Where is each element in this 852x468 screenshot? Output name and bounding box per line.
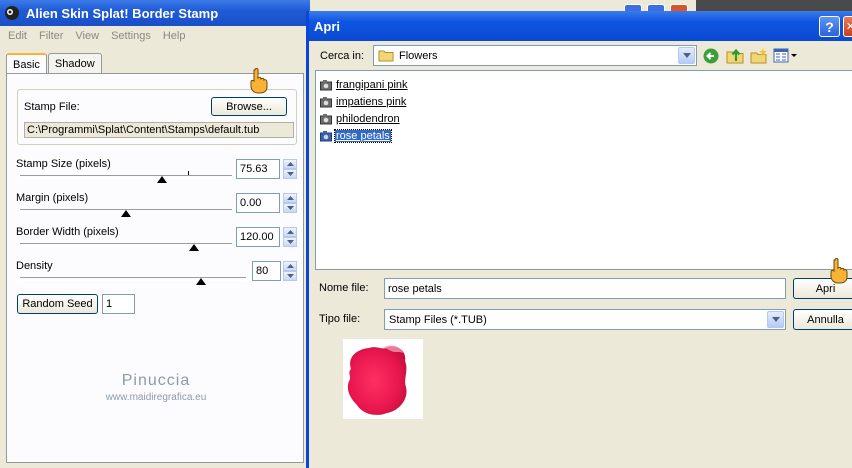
spin-up-icon[interactable] — [283, 193, 297, 203]
look-in-combo[interactable]: Flowers — [373, 45, 697, 66]
density-spinner[interactable] — [283, 261, 297, 281]
alien-skin-icon — [5, 6, 19, 20]
browse-button[interactable]: Browse... — [211, 97, 287, 116]
tab-basic-label: Basic — [13, 58, 40, 71]
camera-icon — [320, 80, 332, 91]
file-name: rose petals — [334, 129, 392, 143]
close-button[interactable]: ✕ — [843, 16, 852, 37]
spin-up-icon[interactable] — [283, 227, 297, 237]
view-menu-icon[interactable] — [773, 48, 799, 64]
spin-down-icon[interactable] — [283, 203, 297, 213]
pointer-hand-icon — [830, 258, 848, 284]
random-seed-field[interactable]: 1 — [102, 294, 135, 314]
tab-shadow-label: Shadow — [54, 57, 95, 70]
watermark-name: Pinuccia — [121, 372, 191, 389]
up-folder-icon[interactable] — [726, 47, 744, 65]
open-dialog-title: Apri — [314, 18, 340, 34]
margin-thumb[interactable] — [121, 210, 131, 217]
menu-settings[interactable]: Settings — [105, 30, 157, 42]
stamp-size-tick — [188, 171, 189, 175]
border-width-track[interactable] — [20, 243, 232, 247]
spin-up-icon[interactable] — [283, 261, 297, 271]
back-icon[interactable] — [703, 48, 719, 64]
file-name: frangipani pink — [336, 79, 408, 91]
stamp-size-track[interactable] — [20, 175, 232, 179]
basic-tab-panel: Stamp File: Browse... C:\Programmi\Splat… — [6, 73, 304, 463]
cancel-button[interactable]: Annulla — [793, 309, 852, 330]
stamp-size-label: Stamp Size (pixels) — [16, 158, 111, 170]
camera-icon — [320, 97, 332, 108]
menu-view[interactable]: View — [69, 30, 105, 42]
spin-down-icon[interactable] — [283, 237, 297, 247]
border-width-field[interactable]: 120.00 — [236, 227, 280, 247]
file-name: philodendron — [336, 113, 400, 125]
splat-menubar: Edit Filter View Settings Help — [0, 26, 310, 46]
filetype-value: Stamp Files (*.TUB) — [389, 313, 487, 326]
open-dialog: Apri ? ✕ Cerca in: Flowers frangipani pi… — [306, 11, 852, 468]
stamp-path-field: C:\Programmi\Splat\Content\Stamps\defaul… — [24, 122, 294, 138]
chevron-down-icon[interactable] — [767, 311, 784, 328]
splat-title: Alien Skin Splat! Border Stamp — [26, 5, 219, 21]
file-item[interactable]: frangipani pink — [320, 77, 409, 93]
camera-icon — [320, 131, 332, 142]
tab-shadow[interactable]: Shadow — [47, 53, 102, 73]
density-label: Density — [16, 260, 53, 272]
file-item[interactable]: impatiens pink — [320, 94, 407, 110]
look-in-value: Flowers — [399, 49, 438, 62]
help-button[interactable]: ? — [819, 16, 840, 37]
stamp-file-label: Stamp File: — [24, 101, 80, 113]
margin-label: Margin (pixels) — [16, 192, 89, 204]
background-desktop — [696, 0, 852, 11]
camera-icon — [320, 114, 332, 125]
stamp-size-spinner[interactable] — [283, 159, 297, 179]
margin-field[interactable]: 0.00 — [236, 193, 280, 213]
border-width-label: Border Width (pixels) — [16, 226, 119, 238]
splat-tabs: Basic Shadow — [6, 53, 103, 74]
filetype-label: Tipo file: — [319, 313, 361, 325]
border-width-spinner[interactable] — [283, 227, 297, 247]
filetype-combo[interactable]: Stamp Files (*.TUB) — [384, 309, 786, 330]
menu-edit[interactable]: Edit — [2, 30, 33, 42]
spin-down-icon[interactable] — [283, 169, 297, 179]
spin-up-icon[interactable] — [283, 159, 297, 169]
margin-spinner[interactable] — [283, 193, 297, 213]
density-thumb[interactable] — [195, 278, 206, 285]
tab-basic[interactable]: Basic — [6, 53, 47, 74]
folder-icon — [378, 50, 394, 62]
new-folder-icon[interactable] — [750, 47, 768, 65]
open-dialog-titlebar[interactable]: Apri — [309, 11, 852, 41]
random-seed-button[interactable]: Random Seed — [17, 294, 98, 314]
look-in-label: Cerca in: — [320, 50, 365, 62]
stamp-preview — [343, 339, 423, 419]
file-list[interactable]: frangipani pink impatiens pink philodend… — [315, 70, 852, 270]
filename-input[interactable]: rose petals — [384, 278, 786, 299]
stamp-size-field[interactable]: 75.63 — [236, 159, 280, 179]
border-width-thumb[interactable] — [188, 244, 199, 251]
pointer-hand-icon — [250, 68, 268, 94]
density-field[interactable]: 80 — [252, 261, 281, 281]
spin-down-icon[interactable] — [283, 271, 297, 281]
splat-titlebar[interactable]: Alien Skin Splat! Border Stamp — [0, 0, 310, 26]
chevron-down-icon[interactable] — [678, 47, 695, 64]
menu-help[interactable]: Help — [157, 30, 192, 42]
rose-petal-image — [347, 345, 407, 415]
stamp-size-thumb[interactable] — [157, 176, 168, 183]
filename-label: Nome file: — [319, 282, 369, 294]
menu-filter[interactable]: Filter — [33, 30, 69, 42]
density-track[interactable] — [20, 277, 246, 281]
file-name: impatiens pink — [336, 96, 407, 108]
file-item-selected[interactable]: rose petals — [320, 128, 392, 144]
watermark-site: www.maidiregrafica.eu — [105, 392, 207, 403]
file-item[interactable]: philodendron — [320, 111, 401, 127]
close-icon: ✕ — [845, 21, 852, 33]
